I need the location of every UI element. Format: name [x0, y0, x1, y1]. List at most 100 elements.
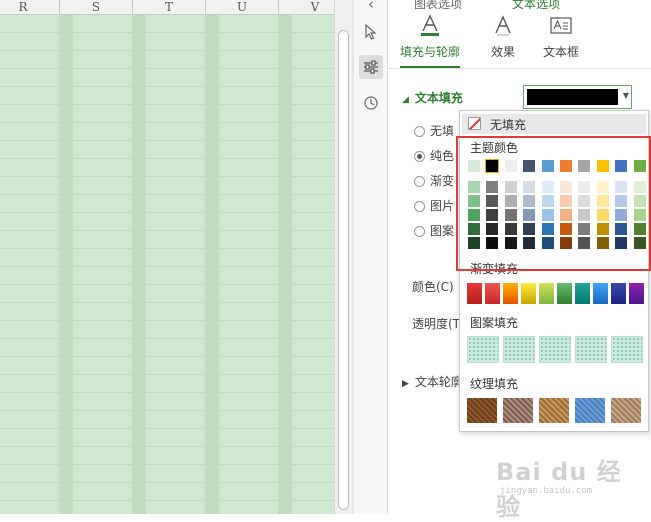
theme-shade-swatch[interactable]	[578, 237, 591, 249]
theme-shade-swatch[interactable]	[633, 195, 646, 207]
theme-shade-swatch[interactable]	[596, 195, 609, 207]
column-header-u[interactable]: U	[206, 0, 279, 14]
theme-shade-swatch[interactable]	[504, 195, 517, 207]
theme-shade-swatch[interactable]	[578, 223, 591, 235]
theme-shade-swatch[interactable]	[596, 209, 609, 221]
column-header-v[interactable]: V	[279, 0, 334, 14]
theme-shade-swatch[interactable]	[468, 237, 480, 249]
theme-shade-swatch[interactable]	[504, 223, 517, 235]
tab-textbox[interactable]: 文本框	[526, 14, 596, 60]
theme-shade-swatch[interactable]	[541, 181, 554, 193]
theme-color-swatch[interactable]	[468, 160, 480, 172]
theme-color-swatch[interactable]	[560, 160, 572, 172]
select-pointer-icon[interactable]	[359, 20, 383, 44]
theme-color-swatch[interactable]	[596, 160, 609, 172]
cell-grid[interactable]	[0, 15, 334, 514]
theme-shade-swatch[interactable]	[523, 181, 536, 193]
texture-swatch[interactable]	[611, 398, 641, 423]
radio-no-fill[interactable]: 无填	[414, 123, 454, 139]
tab-text-options[interactable]: 文本选项	[512, 0, 572, 10]
theme-shade-swatch[interactable]	[523, 223, 536, 235]
theme-shade-swatch[interactable]	[504, 237, 517, 249]
theme-shade-swatch[interactable]	[560, 237, 572, 249]
property-settings-icon[interactable]	[359, 55, 383, 79]
theme-shade-swatch[interactable]	[633, 223, 646, 235]
column-header-r[interactable]: R	[0, 0, 60, 14]
theme-shade-swatch[interactable]	[504, 209, 517, 221]
radio-circle-checked[interactable]	[414, 151, 425, 162]
theme-color-swatch[interactable]	[633, 160, 646, 172]
no-fill-option[interactable]: 无填充	[462, 114, 646, 134]
theme-color-swatch[interactable]	[504, 160, 517, 172]
radio-circle[interactable]	[414, 226, 425, 237]
theme-shade-swatch[interactable]	[633, 237, 646, 249]
radio-gradient-fill[interactable]: 渐变	[414, 173, 454, 189]
theme-shade-swatch[interactable]	[486, 181, 499, 193]
theme-shade-swatch[interactable]	[486, 223, 499, 235]
texture-swatch[interactable]	[539, 398, 569, 423]
gradient-swatch[interactable]	[485, 283, 500, 304]
vertical-scrollbar[interactable]	[334, 0, 352, 514]
theme-color-swatch[interactable]	[523, 160, 536, 172]
theme-shade-swatch[interactable]	[468, 209, 480, 221]
pattern-swatch[interactable]	[503, 336, 535, 363]
fill-color-button[interactable]: ▼	[523, 85, 632, 109]
texture-swatch[interactable]	[467, 398, 497, 423]
radio-pattern-fill[interactable]: 图案	[414, 223, 454, 239]
gradient-swatch[interactable]	[467, 283, 482, 304]
section-text-fill[interactable]: ◢ 文本填充	[402, 89, 463, 106]
gradient-swatch[interactable]	[521, 283, 536, 304]
theme-shade-swatch[interactable]	[541, 195, 554, 207]
pattern-swatch[interactable]	[611, 336, 643, 363]
theme-shade-swatch[interactable]	[596, 237, 609, 249]
theme-shade-swatch[interactable]	[615, 181, 628, 193]
theme-shade-swatch[interactable]	[615, 223, 628, 235]
texture-swatch[interactable]	[575, 398, 605, 423]
theme-shade-swatch[interactable]	[615, 195, 628, 207]
section-text-outline[interactable]: ▶ 文本轮廓	[402, 373, 463, 390]
theme-shade-swatch[interactable]	[486, 195, 499, 207]
gradient-swatch[interactable]	[629, 283, 644, 304]
theme-shade-swatch[interactable]	[468, 195, 480, 207]
theme-shade-swatch[interactable]	[596, 181, 609, 193]
column-header-t[interactable]: T	[133, 0, 206, 14]
column-header-s[interactable]: S	[60, 0, 133, 14]
theme-shade-swatch[interactable]	[523, 195, 536, 207]
theme-shade-swatch[interactable]	[468, 223, 480, 235]
theme-shade-swatch[interactable]	[578, 195, 591, 207]
theme-shade-swatch[interactable]	[468, 181, 480, 193]
gradient-swatch[interactable]	[593, 283, 608, 304]
theme-shade-swatch[interactable]	[486, 209, 499, 221]
theme-shade-swatch[interactable]	[633, 209, 646, 221]
radio-circle[interactable]	[414, 201, 425, 212]
scrollbar-thumb[interactable]	[338, 30, 349, 510]
radio-circle[interactable]	[414, 126, 425, 137]
spreadsheet-area[interactable]: R S T U V	[0, 0, 334, 514]
radio-solid-fill[interactable]: 纯色	[414, 148, 454, 164]
texture-swatch[interactable]	[503, 398, 533, 423]
pattern-swatch[interactable]	[467, 336, 499, 363]
theme-color-swatch[interactable]	[541, 160, 554, 172]
collapse-icon[interactable]: ‹	[359, 0, 383, 16]
theme-shade-swatch[interactable]	[615, 237, 628, 249]
theme-color-swatch[interactable]	[485, 159, 500, 173]
theme-shade-swatch[interactable]	[541, 237, 554, 249]
theme-shade-swatch[interactable]	[523, 209, 536, 221]
theme-shade-swatch[interactable]	[486, 237, 499, 249]
history-icon[interactable]	[359, 91, 383, 115]
gradient-swatch[interactable]	[611, 283, 626, 304]
theme-shade-swatch[interactable]	[560, 223, 572, 235]
theme-shade-swatch[interactable]	[560, 181, 572, 193]
gradient-swatch[interactable]	[503, 283, 518, 304]
tab-fill-outline[interactable]: 填充与轮廓	[395, 14, 465, 60]
theme-shade-swatch[interactable]	[615, 209, 628, 221]
pattern-swatch[interactable]	[575, 336, 607, 363]
radio-circle[interactable]	[414, 176, 425, 187]
gradient-swatch[interactable]	[557, 283, 572, 304]
theme-shade-swatch[interactable]	[541, 209, 554, 221]
gradient-swatch[interactable]	[575, 283, 590, 304]
tab-chart-options[interactable]: 图表选项	[414, 0, 484, 10]
theme-shade-swatch[interactable]	[578, 209, 591, 221]
theme-shade-swatch[interactable]	[578, 181, 591, 193]
theme-shade-swatch[interactable]	[504, 181, 517, 193]
